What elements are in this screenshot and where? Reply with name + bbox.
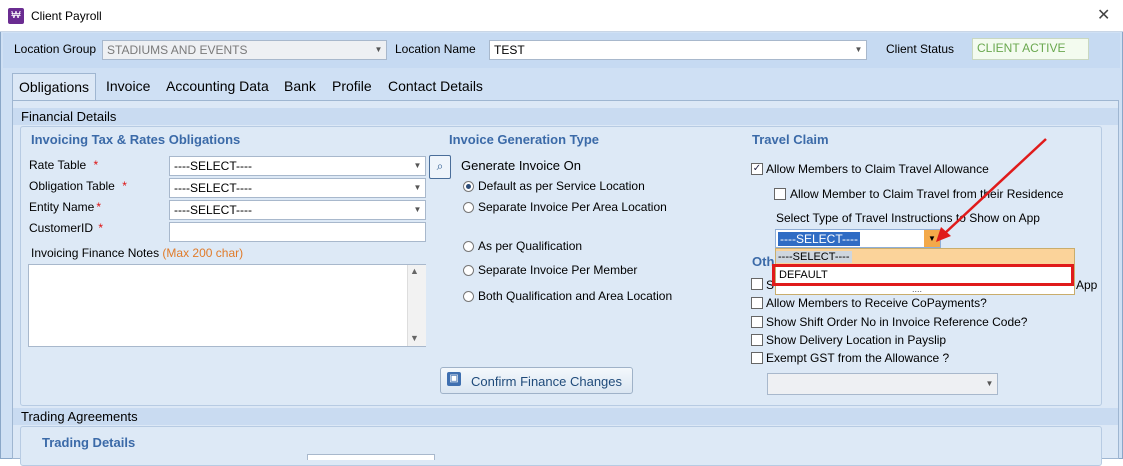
trading-panel bbox=[20, 426, 1102, 466]
annotation-arrow bbox=[936, 138, 1047, 242]
trading-field-partial[interactable] bbox=[307, 454, 435, 460]
trading-agreements-header: Trading Agreements bbox=[13, 408, 1118, 425]
arrow-line bbox=[943, 138, 1047, 235]
trading-details-title: Trading Details bbox=[42, 435, 136, 450]
